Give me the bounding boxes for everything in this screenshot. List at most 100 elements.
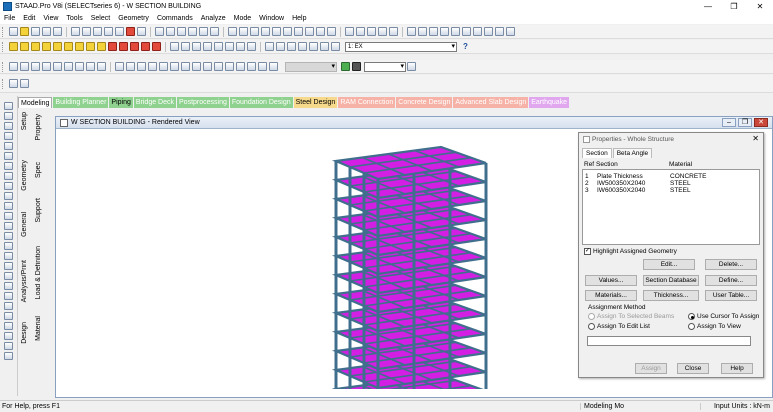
radio-assign-view[interactable]: Assign To View	[688, 323, 741, 330]
menu-file[interactable]: File	[0, 15, 19, 22]
copy-icon[interactable]	[82, 27, 91, 36]
open-file-icon[interactable]	[20, 27, 29, 36]
paste-icon[interactable]	[93, 27, 102, 36]
light-icon[interactable]	[236, 62, 245, 71]
menu-window[interactable]: Window	[255, 15, 288, 22]
zoom-window-icon[interactable]	[170, 42, 179, 51]
highlight-checkbox[interactable]: ✓	[584, 248, 591, 255]
display-whole-icon[interactable]	[236, 42, 245, 51]
select-geometry-icon[interactable]	[320, 42, 329, 51]
tool-table-icon[interactable]	[4, 292, 13, 300]
whats-this-icon[interactable]: ?	[463, 42, 468, 51]
connect-beams-icon[interactable]	[31, 62, 40, 71]
thickness-button[interactable]: Thickness...	[643, 290, 699, 301]
show-all-icon[interactable]	[126, 62, 135, 71]
rotate-right-icon[interactable]	[119, 42, 128, 51]
legend-icon[interactable]	[225, 62, 234, 71]
shading-icon[interactable]	[192, 62, 201, 71]
tab-support[interactable]: Support	[35, 198, 42, 223]
select-nodes-icon[interactable]	[265, 42, 274, 51]
zoom-in-icon[interactable]	[181, 42, 190, 51]
view-left-icon[interactable]	[31, 42, 40, 51]
view-selected-icon[interactable]	[247, 42, 256, 51]
scale-icon[interactable]	[294, 27, 303, 36]
display-icon[interactable]	[451, 27, 460, 36]
values-button[interactable]: Values...	[585, 275, 637, 286]
tab-material[interactable]: Material	[35, 316, 42, 341]
beam-cursor-icon[interactable]	[345, 27, 354, 36]
query-icon[interactable]	[272, 27, 281, 36]
about-icon[interactable]	[506, 27, 515, 36]
tab-foundation-design[interactable]: Foundation Design	[229, 97, 293, 108]
redo-icon[interactable]	[115, 27, 124, 36]
close-dialog-button[interactable]: Close	[677, 363, 709, 374]
tab-ram-connection[interactable]: RAM Connection	[338, 97, 396, 108]
solid-cursor-icon[interactable]	[378, 27, 387, 36]
table-row[interactable]: 1 Plate Thickness CONCRETE	[583, 173, 759, 180]
section-color-icon[interactable]	[341, 62, 350, 71]
help-contents-icon[interactable]	[495, 27, 504, 36]
tool-node-icon[interactable]	[4, 262, 13, 270]
tool-grid-icon[interactable]	[4, 332, 13, 340]
tab-beta-angle[interactable]: Beta Angle	[612, 148, 653, 158]
sections-icon[interactable]	[170, 62, 179, 71]
node-query-icon[interactable]	[429, 27, 438, 36]
menu-mode[interactable]: Mode	[230, 15, 256, 22]
renumber-icon[interactable]	[97, 62, 106, 71]
symbols-icon[interactable]	[316, 27, 325, 36]
grid-icon[interactable]	[137, 62, 146, 71]
generate-plate-mesh-icon[interactable]	[64, 62, 73, 71]
snap-grid-icon[interactable]	[155, 27, 164, 36]
define-button[interactable]: Define...	[705, 275, 757, 286]
pan-icon[interactable]	[152, 42, 161, 51]
split-beam-icon[interactable]	[42, 62, 51, 71]
zoom-dynamic-icon[interactable]	[214, 42, 223, 51]
load-query-icon[interactable]	[440, 27, 449, 36]
run-analysis-icon[interactable]	[126, 27, 135, 36]
graph-icon[interactable]	[484, 27, 493, 36]
table-row[interactable]: 2 IW500350X2040 STEEL	[583, 180, 759, 187]
geometry-cursor-icon[interactable]	[389, 27, 398, 36]
tab-earthquake[interactable]: Earthquake	[529, 97, 570, 108]
tab-design[interactable]: Design	[21, 322, 28, 344]
print-icon[interactable]	[42, 27, 51, 36]
rotate-left-icon[interactable]	[108, 42, 117, 51]
view-top-icon[interactable]	[53, 42, 62, 51]
tool-mirror-icon[interactable]	[4, 212, 13, 220]
insert-node-icon[interactable]	[75, 62, 84, 71]
tool-move-icon[interactable]	[4, 192, 13, 200]
select-cursor-icon[interactable]	[20, 79, 29, 88]
node-labels-icon[interactable]	[228, 27, 237, 36]
tab-modeling[interactable]: Modeling	[18, 97, 53, 108]
load-case-select[interactable]: 1: EX	[345, 41, 457, 52]
spin-left-icon[interactable]	[130, 42, 139, 51]
menu-geometry[interactable]: Geometry	[114, 15, 153, 22]
highlight-checkbox-row[interactable]: ✓ Highlight Assigned Geometry	[584, 248, 758, 255]
beam-render-icon[interactable]	[247, 62, 256, 71]
color-icon[interactable]	[148, 62, 157, 71]
tool-split-icon[interactable]	[4, 242, 13, 250]
menu-help[interactable]: Help	[288, 15, 310, 22]
add-beam-icon[interactable]	[166, 27, 175, 36]
dialog-close-icon[interactable]: ✕	[752, 134, 759, 143]
member-query-icon[interactable]	[418, 27, 427, 36]
help-button[interactable]: Help	[721, 363, 753, 374]
tab-spec[interactable]: Spec	[35, 162, 42, 178]
radio-use-cursor[interactable]: Use Cursor To Assign	[688, 313, 759, 320]
materials-button[interactable]: Materials...	[585, 290, 637, 301]
merge-nodes-icon[interactable]	[53, 62, 62, 71]
spin-icon[interactable]	[407, 62, 416, 71]
view-close-button[interactable]: ✕	[754, 118, 768, 127]
menu-select[interactable]: Select	[87, 15, 114, 22]
tool-plates-icon[interactable]	[4, 132, 13, 140]
tool-merge-icon[interactable]	[4, 232, 13, 240]
select-surfaces-icon[interactable]	[309, 42, 318, 51]
translational-repeat-icon[interactable]	[188, 27, 197, 36]
view-restore-button[interactable]: ❐	[738, 118, 752, 127]
tab-steel-design[interactable]: Steel Design	[293, 97, 338, 108]
radio-selected-beams[interactable]: Assign To Selected Beams	[588, 313, 674, 320]
tool-nodes-icon[interactable]	[4, 112, 13, 120]
tool-surfaces-icon[interactable]	[4, 152, 13, 160]
tool-rotate-icon[interactable]	[4, 202, 13, 210]
rotate-down-icon[interactable]	[97, 42, 106, 51]
